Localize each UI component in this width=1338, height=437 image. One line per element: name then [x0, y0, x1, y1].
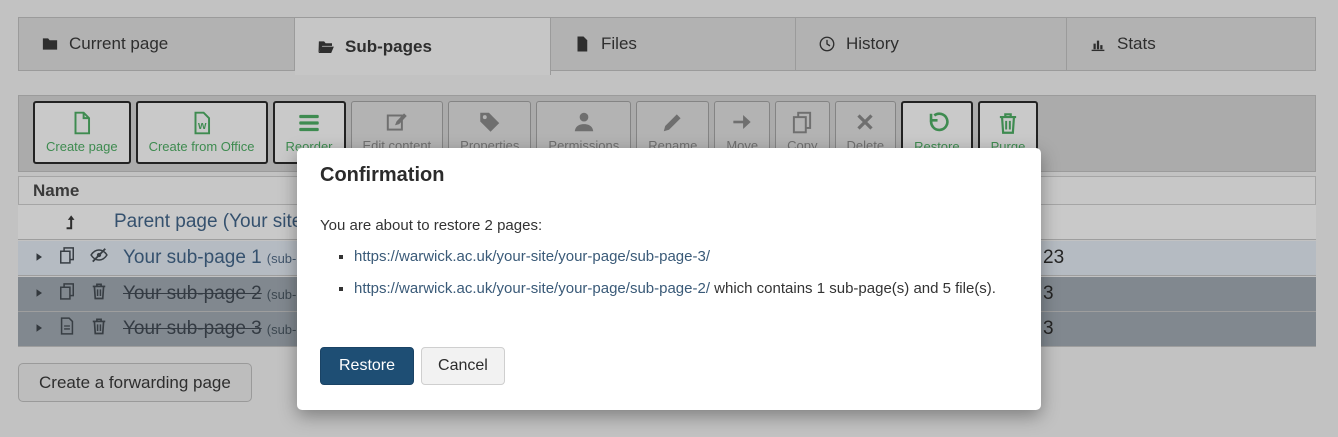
tab-label: Files — [601, 34, 637, 54]
tab-bar: Current page Sub-pages Files History Sta… — [18, 17, 1316, 71]
folder-open-icon — [317, 38, 335, 56]
restore-page-list: https://warwick.ac.uk/your-site/your-pag… — [320, 248, 996, 312]
button-label: Create page — [46, 139, 118, 154]
button-label: Create a forwarding page — [39, 373, 231, 393]
file-lines-icon[interactable] — [57, 316, 77, 342]
row-count: 3 — [1043, 318, 1054, 340]
button-label: Restore — [339, 357, 395, 375]
copy-icon[interactable] — [57, 281, 77, 307]
person-icon — [571, 109, 597, 135]
tab-label: Stats — [1117, 34, 1156, 54]
trash-icon[interactable] — [89, 316, 109, 342]
cancel-button[interactable]: Cancel — [421, 347, 505, 385]
caret-right-icon[interactable] — [33, 247, 45, 269]
tab-label: Current page — [69, 34, 168, 54]
list-item: https://warwick.ac.uk/your-site/your-pag… — [354, 280, 996, 297]
x-icon — [852, 109, 878, 135]
tab-files[interactable]: Files — [551, 17, 796, 71]
create-forwarding-page-button[interactable]: Create a forwarding page — [18, 363, 252, 402]
tab-history[interactable]: History — [796, 17, 1067, 71]
copy-icon — [789, 109, 815, 135]
button-label: Create from Office — [149, 139, 255, 154]
level-up-icon — [62, 212, 82, 232]
list-item-suffix: which contains 1 sub-page(s) and 5 file(… — [710, 280, 996, 297]
new-page-icon — [69, 110, 95, 136]
page-url-link[interactable]: https://warwick.ac.uk/your-site/your-pag… — [354, 248, 710, 265]
word-file-icon: w — [189, 110, 215, 136]
dialog-message: You are about to restore 2 pages: — [320, 217, 542, 234]
button-label: Cancel — [438, 357, 488, 375]
tab-stats[interactable]: Stats — [1067, 17, 1316, 71]
dialog-title: Confirmation — [320, 164, 444, 187]
tab-label: Sub-pages — [345, 37, 432, 57]
create-from-office-button[interactable]: w Create from Office — [136, 101, 268, 164]
copy-icon[interactable] — [57, 245, 77, 271]
tab-sub-pages[interactable]: Sub-pages — [295, 17, 551, 75]
dialog-buttons: Restore Cancel — [320, 347, 505, 385]
clock-icon — [818, 35, 836, 53]
file-icon — [573, 35, 591, 53]
tag-icon — [477, 109, 503, 135]
svg-text:w: w — [197, 120, 207, 132]
eye-slash-icon[interactable] — [89, 245, 109, 271]
list-item: https://warwick.ac.uk/your-site/your-pag… — [354, 248, 996, 265]
caret-right-icon[interactable] — [33, 318, 45, 340]
trash-icon — [995, 110, 1021, 136]
bar-chart-icon — [1089, 35, 1107, 53]
row-count: 3 — [1043, 283, 1054, 305]
parent-page-link[interactable]: Parent page (Your site ) — [114, 211, 314, 233]
folder-closed-icon — [41, 35, 59, 53]
row-count: 23 — [1043, 247, 1064, 269]
edit-icon — [384, 109, 410, 135]
page-link[interactable]: Your sub-page 1 — [123, 247, 262, 269]
tab-label: History — [846, 34, 899, 54]
page-url-link[interactable]: https://warwick.ac.uk/your-site/your-pag… — [354, 280, 710, 297]
reorder-icon — [296, 110, 322, 136]
pencil-icon — [660, 109, 686, 135]
restore-confirm-button[interactable]: Restore — [320, 347, 414, 385]
tab-current-page[interactable]: Current page — [18, 17, 295, 71]
name-column-header: Name — [33, 181, 79, 201]
caret-right-icon[interactable] — [33, 283, 45, 305]
page-link[interactable]: Your sub-page 3 — [123, 318, 262, 340]
confirmation-dialog: Confirmation You are about to restore 2 … — [297, 148, 1041, 410]
arrow-right-icon — [729, 109, 755, 135]
create-page-button[interactable]: Create page — [33, 101, 131, 164]
page-link[interactable]: Your sub-page 2 — [123, 283, 262, 305]
undo-icon — [924, 110, 950, 136]
trash-icon[interactable] — [89, 281, 109, 307]
